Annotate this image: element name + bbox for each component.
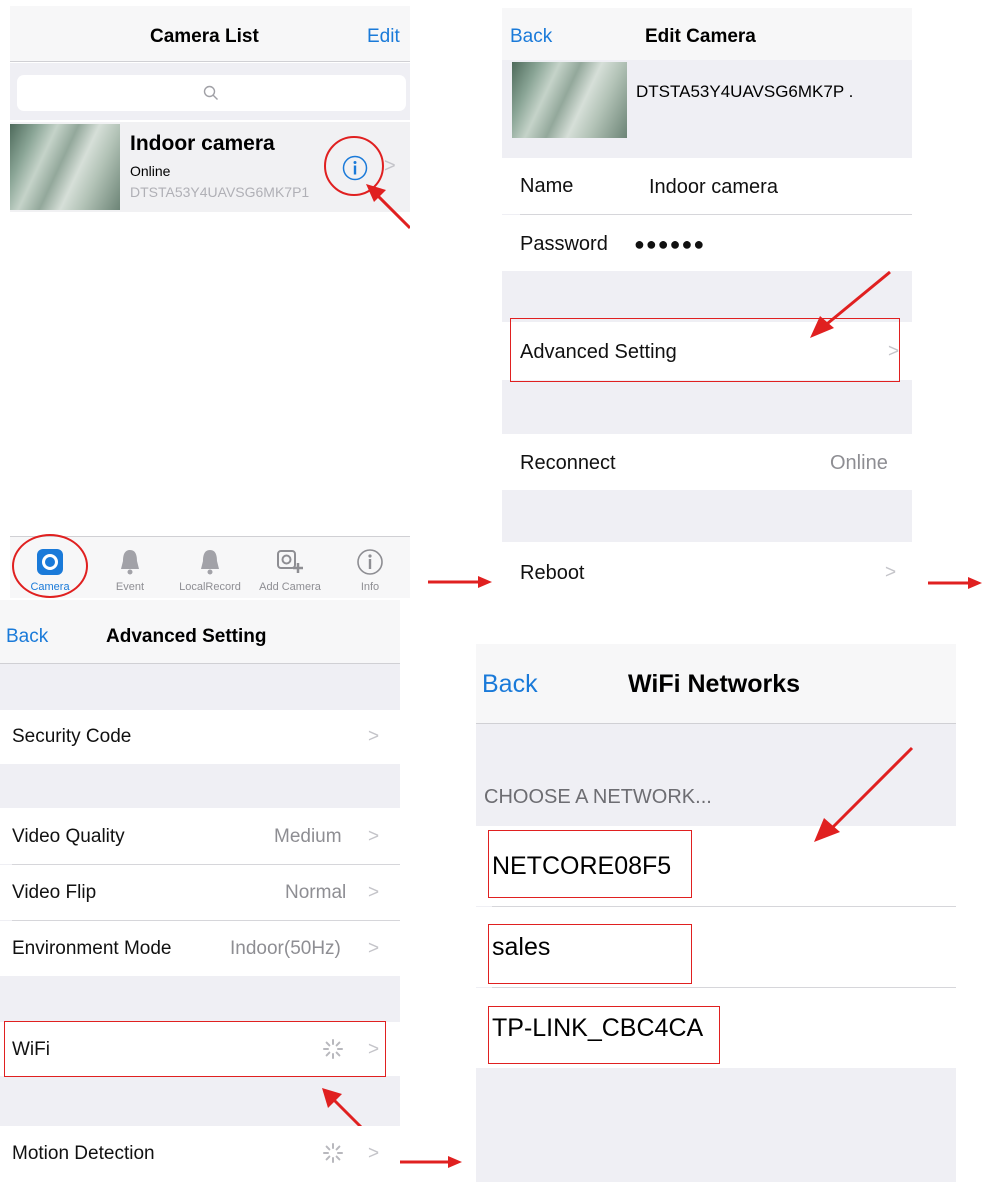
environment-mode-row[interactable]: Environment Mode Indoor(50Hz) > [0, 921, 400, 976]
tab-add-camera[interactable]: Add Camera [250, 537, 330, 597]
chevron-right-icon: > [368, 826, 380, 847]
page-title: Edit Camera [645, 26, 756, 47]
section-header: CHOOSE A NETWORK... [484, 786, 712, 808]
password-row[interactable]: Password ●●●●●● [502, 215, 912, 271]
name-row[interactable]: Name Indoor camera [502, 158, 912, 214]
flow-arrow-icon [428, 576, 492, 588]
tab-localrecord[interactable]: LocalRecord [170, 537, 250, 597]
motion-detection-label: Motion Detection [12, 1143, 155, 1164]
environment-mode-label: Environment Mode [12, 938, 172, 959]
security-code-label: Security Code [12, 726, 132, 747]
bell-icon [201, 550, 219, 575]
camera-header-row: DTSTA53Y4UAVSG6MK7P . [502, 60, 912, 156]
network-highlight [488, 924, 692, 984]
annotation-arrow-icon [814, 746, 914, 842]
reboot-row[interactable]: Reboot > [502, 542, 912, 600]
tab-label: Event [115, 581, 145, 593]
tab-label: LocalRecord [179, 581, 241, 593]
chevron-right-icon: > [368, 882, 380, 903]
video-quality-row[interactable]: Video Quality Medium > [0, 808, 400, 864]
bell-icon [121, 550, 139, 575]
navigation-bar: Back WiFi Networks [476, 644, 956, 724]
page-title: WiFi Networks [628, 670, 801, 698]
back-button[interactable]: Back [510, 26, 552, 48]
tab-label: Add Camera [259, 581, 321, 593]
video-flip-label: Video Flip [12, 882, 97, 903]
environment-mode-value: Indoor(50Hz) [230, 938, 341, 959]
video-quality-label: Video Quality [12, 826, 125, 847]
video-flip-value: Normal [285, 882, 347, 903]
reconnect-label: Reconnect [520, 452, 616, 474]
security-code-row[interactable]: Security Code > [0, 710, 400, 764]
search-area [10, 63, 410, 120]
reconnect-status: Online [830, 452, 888, 474]
camera-name: Indoor camera [130, 132, 275, 155]
chevron-right-icon: > [368, 726, 380, 747]
network-highlight [488, 830, 692, 898]
navigation-bar: Back Advanced Setting [0, 600, 400, 664]
back-button[interactable]: Back [482, 670, 538, 699]
camera-tab-highlight-circle [12, 534, 88, 598]
tab-info[interactable]: Info [330, 537, 410, 597]
camera-uid: DTSTA53Y4UAVSG6MK7P1 [130, 184, 310, 200]
wifi-networks-screen: Back WiFi Networks CHOOSE A NETWORK... N… [476, 644, 956, 1182]
motion-detection-row[interactable]: Motion Detection > [0, 1126, 400, 1182]
name-field[interactable]: Indoor camera [649, 176, 778, 199]
info-icon [357, 549, 383, 575]
camera-thumbnail [10, 124, 120, 210]
chevron-right-icon: > [384, 155, 396, 177]
advanced-setting-screen: Back Advanced Setting Security Code > Vi… [0, 600, 400, 1182]
search-icon [203, 85, 218, 100]
tab-label: Info [360, 581, 380, 593]
video-quality-value: Medium [274, 826, 342, 847]
flow-arrow-icon [400, 1156, 462, 1168]
name-label: Name [520, 175, 574, 197]
password-label: Password [520, 233, 608, 255]
video-flip-row[interactable]: Video Flip Normal > [0, 865, 400, 920]
camera-list-screen: Camera List Edit Indoor camera Online DT… [10, 6, 410, 598]
page-title: Camera List [150, 26, 259, 47]
search-bar[interactable] [17, 75, 406, 111]
chevron-right-icon: > [368, 938, 380, 959]
tab-event[interactable]: Event [90, 537, 170, 597]
loading-spinner-icon [323, 1143, 343, 1163]
annotation-arrow-icon [366, 184, 410, 230]
back-button[interactable]: Back [6, 626, 48, 648]
reboot-label: Reboot [520, 562, 585, 584]
navigation-bar: Back Edit Camera [502, 8, 912, 60]
flow-arrow-icon [928, 577, 982, 589]
chevron-right-icon: > [368, 1143, 380, 1164]
annotation-arrow-icon [810, 270, 891, 338]
page-title: Advanced Setting [106, 626, 267, 647]
network-highlight [488, 1006, 720, 1064]
add-camera-icon [277, 550, 303, 573]
camera-thumbnail [512, 62, 627, 138]
camera-uid: DTSTA53Y4UAVSG6MK7P . [636, 82, 854, 101]
camera-status: Online [130, 163, 171, 179]
edit-camera-screen: Back Edit Camera DTSTA53Y4UAVSG6MK7P . N… [502, 8, 912, 600]
password-field[interactable]: ●●●●●● [634, 234, 705, 255]
chevron-right-icon: > [885, 562, 897, 583]
wifi-highlight [4, 1021, 386, 1077]
edit-button[interactable]: Edit [367, 26, 400, 48]
navigation-bar: Camera List Edit [10, 6, 410, 62]
reconnect-row[interactable]: Reconnect Online [502, 434, 912, 490]
